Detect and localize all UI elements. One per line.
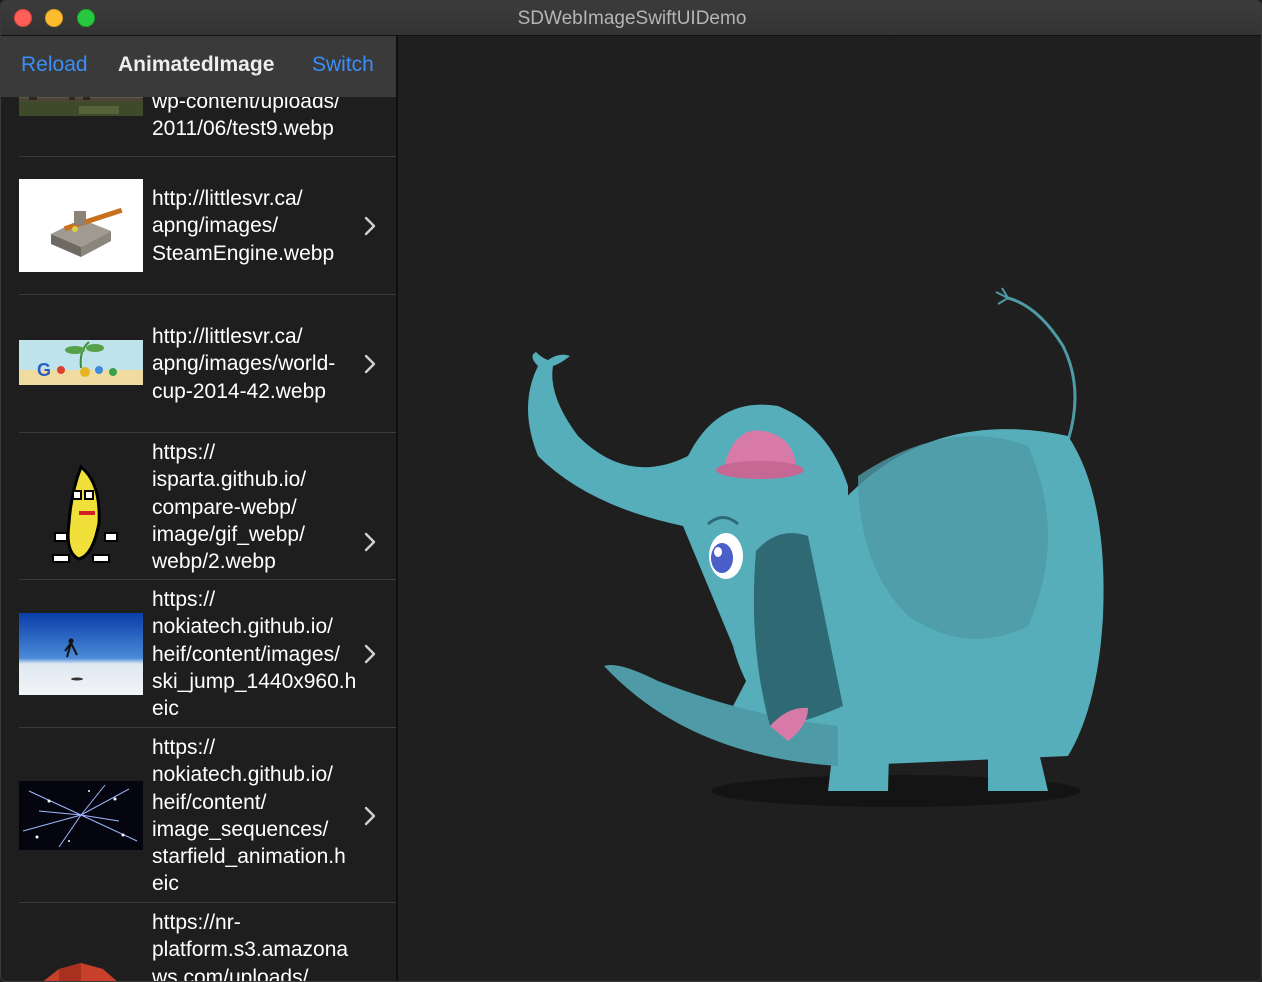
chevron-right-icon xyxy=(364,644,376,664)
list-item-url: https://nr- platform.s3.amazona ws.com/u… xyxy=(152,911,349,982)
list-item-thumbnail xyxy=(19,781,143,850)
list-item[interactable]: http://littlesvr.ca/ apng/images/ SteamE… xyxy=(1,157,396,295)
chevron-right-icon xyxy=(364,216,376,236)
list-item[interactable]: https:// isparta.github.io/ compare-webp… xyxy=(1,433,396,580)
chevron-right-icon xyxy=(364,532,376,552)
svg-text:G: G xyxy=(37,360,51,380)
list-item[interactable]: https:// nokiatech.github.io/ heif/conte… xyxy=(1,580,396,728)
title-bar: SDWebImageSwiftUIDemo xyxy=(1,1,1261,36)
image-detail-view xyxy=(398,36,1261,981)
list-item-url: http://littlesvr.ca/ apng/images/ SteamE… xyxy=(152,187,335,265)
list-item-thumbnail xyxy=(19,179,143,272)
chevron-right-icon xyxy=(364,806,376,826)
navigation-bar: Reload AnimatedImage Switch xyxy=(1,36,396,97)
list-item-thumbnail xyxy=(19,959,143,981)
window-title: SDWebImageSwiftUIDemo xyxy=(517,8,747,29)
list-item[interactable]: https:// nokiatech.github.io/ heif/conte… xyxy=(1,728,396,903)
list-item-thumbnail xyxy=(19,613,143,695)
list-item-url: https:// nokiatech.github.io/ heif/conte… xyxy=(152,736,346,896)
image-list[interactable]: wp-content/uploads/ 2011/06/test9.webp h… xyxy=(1,36,396,982)
animated-elephant-image xyxy=(528,287,1104,807)
list-item-thumbnail xyxy=(19,463,143,569)
list-item[interactable]: G http://littlesvr.ca/ apng/images/world… xyxy=(1,295,396,433)
switch-button[interactable]: Switch xyxy=(312,53,374,77)
app-window: SDWebImageSwiftUIDemo wp-content/uploads… xyxy=(0,0,1262,982)
list-item-url: https:// isparta.github.io/ compare-webp… xyxy=(152,441,307,574)
page-title: AnimatedImage xyxy=(118,53,275,76)
list-item-url: https:// nokiatech.github.io/ heif/conte… xyxy=(152,588,357,721)
reload-button[interactable]: Reload xyxy=(21,53,88,77)
image-list-panel: wp-content/uploads/ 2011/06/test9.webp h… xyxy=(1,36,396,982)
list-item[interactable]: https://nr- platform.s3.amazona ws.com/u… xyxy=(1,903,396,982)
list-item-thumbnail: G xyxy=(19,340,143,385)
chevron-right-icon xyxy=(364,354,376,374)
list-item-url: http://littlesvr.ca/ apng/images/world- … xyxy=(152,325,336,403)
